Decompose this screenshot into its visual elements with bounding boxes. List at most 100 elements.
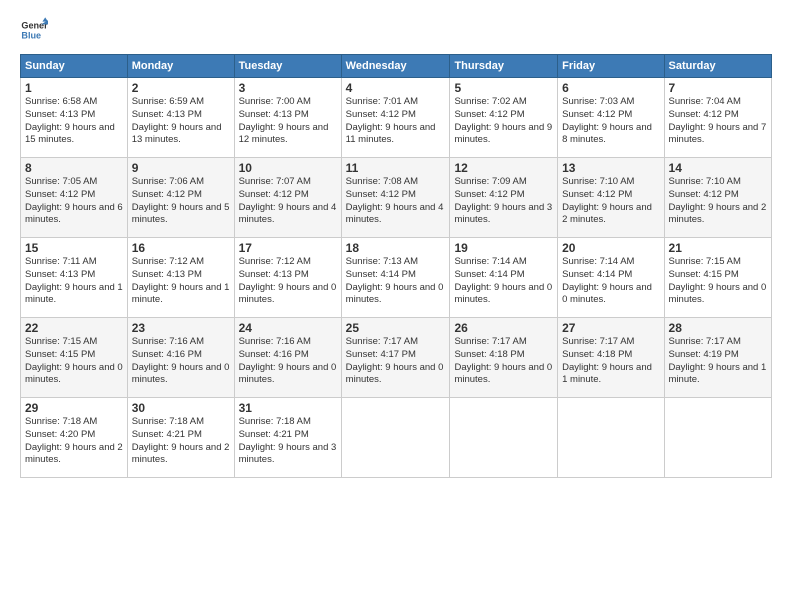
day-info: Sunrise: 7:14 AMSunset: 4:14 PMDaylight:… <box>454 256 552 305</box>
day-info: Sunrise: 7:18 AMSunset: 4:20 PMDaylight:… <box>25 416 123 465</box>
day-number: 11 <box>346 161 446 175</box>
day-cell: 1 Sunrise: 6:58 AMSunset: 4:13 PMDayligh… <box>21 78 128 158</box>
day-number: 27 <box>562 321 659 335</box>
day-cell: 12 Sunrise: 7:09 AMSunset: 4:12 PMDaylig… <box>450 158 558 238</box>
day-header-monday: Monday <box>127 55 234 78</box>
day-number: 5 <box>454 81 553 95</box>
day-cell <box>450 398 558 478</box>
header: General Blue <box>20 16 772 44</box>
day-info: Sunrise: 7:07 AMSunset: 4:12 PMDaylight:… <box>239 176 337 225</box>
day-cell: 4 Sunrise: 7:01 AMSunset: 4:12 PMDayligh… <box>341 78 450 158</box>
day-info: Sunrise: 7:12 AMSunset: 4:13 PMDaylight:… <box>132 256 230 305</box>
day-header-sunday: Sunday <box>21 55 128 78</box>
day-header-friday: Friday <box>558 55 664 78</box>
day-cell: 19 Sunrise: 7:14 AMSunset: 4:14 PMDaylig… <box>450 238 558 318</box>
calendar-table: SundayMondayTuesdayWednesdayThursdayFrid… <box>20 54 772 478</box>
day-info: Sunrise: 7:13 AMSunset: 4:14 PMDaylight:… <box>346 256 444 305</box>
header-row: SundayMondayTuesdayWednesdayThursdayFrid… <box>21 55 772 78</box>
day-number: 23 <box>132 321 230 335</box>
day-number: 7 <box>669 81 767 95</box>
day-number: 1 <box>25 81 123 95</box>
day-number: 20 <box>562 241 659 255</box>
week-row-5: 29 Sunrise: 7:18 AMSunset: 4:20 PMDaylig… <box>21 398 772 478</box>
day-number: 6 <box>562 81 659 95</box>
day-cell: 24 Sunrise: 7:16 AMSunset: 4:16 PMDaylig… <box>234 318 341 398</box>
day-cell: 23 Sunrise: 7:16 AMSunset: 4:16 PMDaylig… <box>127 318 234 398</box>
day-info: Sunrise: 7:11 AMSunset: 4:13 PMDaylight:… <box>25 256 123 305</box>
day-info: Sunrise: 7:05 AMSunset: 4:12 PMDaylight:… <box>25 176 123 225</box>
day-number: 14 <box>669 161 767 175</box>
day-cell: 25 Sunrise: 7:17 AMSunset: 4:17 PMDaylig… <box>341 318 450 398</box>
day-info: Sunrise: 7:08 AMSunset: 4:12 PMDaylight:… <box>346 176 444 225</box>
day-number: 15 <box>25 241 123 255</box>
day-cell: 2 Sunrise: 6:59 AMSunset: 4:13 PMDayligh… <box>127 78 234 158</box>
day-cell: 21 Sunrise: 7:15 AMSunset: 4:15 PMDaylig… <box>664 238 771 318</box>
day-cell: 31 Sunrise: 7:18 AMSunset: 4:21 PMDaylig… <box>234 398 341 478</box>
day-number: 10 <box>239 161 337 175</box>
day-info: Sunrise: 7:18 AMSunset: 4:21 PMDaylight:… <box>132 416 230 465</box>
day-info: Sunrise: 7:02 AMSunset: 4:12 PMDaylight:… <box>454 96 552 145</box>
day-info: Sunrise: 7:17 AMSunset: 4:18 PMDaylight:… <box>562 336 652 385</box>
day-number: 4 <box>346 81 446 95</box>
day-number: 3 <box>239 81 337 95</box>
day-info: Sunrise: 6:58 AMSunset: 4:13 PMDaylight:… <box>25 96 115 145</box>
week-row-2: 8 Sunrise: 7:05 AMSunset: 4:12 PMDayligh… <box>21 158 772 238</box>
day-cell <box>341 398 450 478</box>
day-number: 29 <box>25 401 123 415</box>
day-number: 9 <box>132 161 230 175</box>
week-row-4: 22 Sunrise: 7:15 AMSunset: 4:15 PMDaylig… <box>21 318 772 398</box>
day-cell: 10 Sunrise: 7:07 AMSunset: 4:12 PMDaylig… <box>234 158 341 238</box>
day-number: 19 <box>454 241 553 255</box>
logo-icon: General Blue <box>20 16 48 44</box>
day-number: 28 <box>669 321 767 335</box>
day-cell: 15 Sunrise: 7:11 AMSunset: 4:13 PMDaylig… <box>21 238 128 318</box>
day-number: 16 <box>132 241 230 255</box>
day-number: 18 <box>346 241 446 255</box>
day-number: 21 <box>669 241 767 255</box>
day-cell: 30 Sunrise: 7:18 AMSunset: 4:21 PMDaylig… <box>127 398 234 478</box>
day-info: Sunrise: 7:14 AMSunset: 4:14 PMDaylight:… <box>562 256 652 305</box>
day-info: Sunrise: 7:12 AMSunset: 4:13 PMDaylight:… <box>239 256 337 305</box>
day-cell: 11 Sunrise: 7:08 AMSunset: 4:12 PMDaylig… <box>341 158 450 238</box>
day-number: 26 <box>454 321 553 335</box>
day-cell: 20 Sunrise: 7:14 AMSunset: 4:14 PMDaylig… <box>558 238 664 318</box>
day-header-thursday: Thursday <box>450 55 558 78</box>
day-number: 12 <box>454 161 553 175</box>
day-info: Sunrise: 6:59 AMSunset: 4:13 PMDaylight:… <box>132 96 222 145</box>
day-number: 17 <box>239 241 337 255</box>
day-cell <box>558 398 664 478</box>
day-info: Sunrise: 7:09 AMSunset: 4:12 PMDaylight:… <box>454 176 552 225</box>
day-info: Sunrise: 7:18 AMSunset: 4:21 PMDaylight:… <box>239 416 337 465</box>
day-cell: 16 Sunrise: 7:12 AMSunset: 4:13 PMDaylig… <box>127 238 234 318</box>
day-cell: 29 Sunrise: 7:18 AMSunset: 4:20 PMDaylig… <box>21 398 128 478</box>
day-number: 24 <box>239 321 337 335</box>
day-number: 31 <box>239 401 337 415</box>
day-info: Sunrise: 7:10 AMSunset: 4:12 PMDaylight:… <box>562 176 652 225</box>
day-cell: 5 Sunrise: 7:02 AMSunset: 4:12 PMDayligh… <box>450 78 558 158</box>
day-number: 2 <box>132 81 230 95</box>
day-info: Sunrise: 7:16 AMSunset: 4:16 PMDaylight:… <box>239 336 337 385</box>
day-cell: 27 Sunrise: 7:17 AMSunset: 4:18 PMDaylig… <box>558 318 664 398</box>
svg-text:Blue: Blue <box>21 30 41 40</box>
day-info: Sunrise: 7:17 AMSunset: 4:17 PMDaylight:… <box>346 336 444 385</box>
day-cell: 9 Sunrise: 7:06 AMSunset: 4:12 PMDayligh… <box>127 158 234 238</box>
day-number: 22 <box>25 321 123 335</box>
day-cell: 22 Sunrise: 7:15 AMSunset: 4:15 PMDaylig… <box>21 318 128 398</box>
week-row-3: 15 Sunrise: 7:11 AMSunset: 4:13 PMDaylig… <box>21 238 772 318</box>
day-info: Sunrise: 7:06 AMSunset: 4:12 PMDaylight:… <box>132 176 230 225</box>
day-header-tuesday: Tuesday <box>234 55 341 78</box>
day-info: Sunrise: 7:10 AMSunset: 4:12 PMDaylight:… <box>669 176 767 225</box>
day-cell: 14 Sunrise: 7:10 AMSunset: 4:12 PMDaylig… <box>664 158 771 238</box>
day-cell: 28 Sunrise: 7:17 AMSunset: 4:19 PMDaylig… <box>664 318 771 398</box>
day-header-saturday: Saturday <box>664 55 771 78</box>
day-cell: 13 Sunrise: 7:10 AMSunset: 4:12 PMDaylig… <box>558 158 664 238</box>
day-info: Sunrise: 7:04 AMSunset: 4:12 PMDaylight:… <box>669 96 767 145</box>
day-info: Sunrise: 7:17 AMSunset: 4:18 PMDaylight:… <box>454 336 552 385</box>
day-info: Sunrise: 7:15 AMSunset: 4:15 PMDaylight:… <box>669 256 767 305</box>
day-number: 13 <box>562 161 659 175</box>
day-cell: 7 Sunrise: 7:04 AMSunset: 4:12 PMDayligh… <box>664 78 771 158</box>
day-info: Sunrise: 7:00 AMSunset: 4:13 PMDaylight:… <box>239 96 329 145</box>
day-cell: 3 Sunrise: 7:00 AMSunset: 4:13 PMDayligh… <box>234 78 341 158</box>
day-info: Sunrise: 7:01 AMSunset: 4:12 PMDaylight:… <box>346 96 436 145</box>
day-number: 30 <box>132 401 230 415</box>
